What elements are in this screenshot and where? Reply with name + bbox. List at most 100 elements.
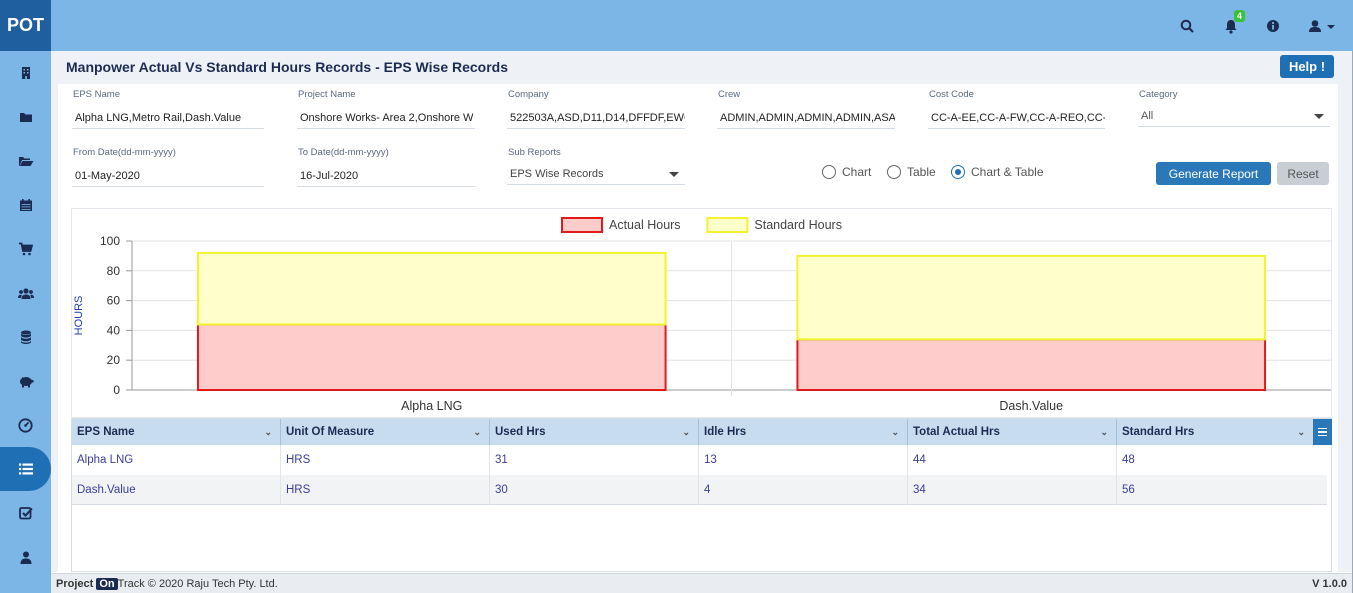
legend-swatch xyxy=(561,217,603,233)
table-header: EPS Name ⌄ Unit Of Measure ⌄ Used Hrs ⌄ Idl… xyxy=(72,419,1313,445)
table-cell: Dash.Value xyxy=(72,475,281,505)
column-header-label: Standard Hrs xyxy=(1122,426,1195,438)
bar-standard-hours xyxy=(796,254,1267,341)
piggy-bank-icon xyxy=(19,376,33,387)
table-cell: 48 xyxy=(1122,454,1135,466)
column-header-used-hrs[interactable]: Used Hrs ⌄ xyxy=(490,419,699,445)
list-icon xyxy=(18,463,33,475)
column-header-idle-hrs[interactable]: Idle Hrs ⌄ xyxy=(699,419,908,445)
sidebar-item-piggy-bank[interactable] xyxy=(0,359,51,403)
chevron-down-icon[interactable]: ⌄ xyxy=(473,419,481,445)
column-header-eps-name[interactable]: EPS Name ⌄ xyxy=(72,419,281,445)
company-label: Company xyxy=(508,89,549,100)
info-icon[interactable] xyxy=(1262,15,1284,37)
sidebar-item-calendar[interactable] xyxy=(0,183,51,227)
eps-name-label: EPS Name xyxy=(73,89,120,100)
from-date-label: From Date(dd-mm-yyyy) xyxy=(73,147,176,158)
y-tick-label: 40 xyxy=(107,323,121,337)
footer-brand-pre: Project xyxy=(56,578,94,590)
sidebar xyxy=(0,51,51,593)
sub-reports-label: Sub Reports xyxy=(508,147,561,158)
chevron-down-icon xyxy=(1314,114,1324,119)
app-logo[interactable]: POT xyxy=(0,0,51,51)
column-header-total-actual-hrs[interactable]: Total Actual Hrs ⌄ xyxy=(908,419,1117,445)
y-tick-label: 0 xyxy=(113,383,120,397)
crew-label: Crew xyxy=(718,89,741,100)
sidebar-item-folder[interactable] xyxy=(0,95,51,139)
page-title: Manpower Actual Vs Standard Hours Record… xyxy=(66,59,509,75)
footer: Project On Track © 2020 Raju Tech Pty. Lt… xyxy=(51,573,1352,593)
table-cell: HRS xyxy=(281,445,490,475)
table-cell: Alpha LNG xyxy=(72,445,281,475)
to-date-field[interactable]: 16-Jul-2020 xyxy=(297,165,475,187)
table-radio-label: Table xyxy=(907,165,936,179)
chart-radio-label: Chart xyxy=(842,165,872,179)
chevron-down-icon xyxy=(669,172,679,177)
column-header-label: Unit Of Measure xyxy=(286,426,375,438)
user-menu[interactable] xyxy=(1305,15,1339,37)
user-icon xyxy=(20,551,31,564)
footer-version: V 1.0.0 xyxy=(1312,578,1347,590)
sidebar-item-building[interactable] xyxy=(0,51,51,95)
calendar-icon xyxy=(19,199,32,211)
folder-open-icon xyxy=(18,157,33,166)
y-tick-label: 60 xyxy=(107,294,121,308)
chevron-down-icon[interactable]: ⌄ xyxy=(891,419,899,445)
table-cell: 34 xyxy=(908,475,1117,505)
sub-reports-select[interactable]: EPS Wise Records xyxy=(507,163,685,185)
column-menu-button[interactable] xyxy=(1313,419,1332,445)
notification-badge: 4 xyxy=(1234,10,1246,22)
sidebar-item-checklist[interactable] xyxy=(0,491,51,535)
y-tick-label: 20 xyxy=(107,353,121,367)
sidebar-item-dashboard[interactable] xyxy=(0,403,51,447)
sidebar-item-reports[interactable] xyxy=(0,447,51,491)
check-square-icon xyxy=(18,507,33,520)
chart-radio[interactable] xyxy=(822,165,836,179)
legend-label: Standard Hours xyxy=(754,218,842,232)
footer-brand-on: On xyxy=(96,578,118,590)
column-header-unit-of-measure[interactable]: Unit Of Measure ⌄ xyxy=(281,419,490,445)
chevron-down-icon[interactable]: ⌄ xyxy=(264,419,272,445)
chart-and-table-radio[interactable] xyxy=(951,165,965,179)
table-row[interactable]: Dash.Value HRS 30 4 34 56 xyxy=(72,475,1327,505)
sidebar-item-users[interactable] xyxy=(0,271,51,315)
sub-reports-value: EPS Wise Records xyxy=(510,168,604,180)
company-field[interactable]: 522503A,ASD,D11,D14,DFFDF,EWC, xyxy=(507,107,685,129)
table-row[interactable]: Alpha LNG HRS 31 13 44 48 xyxy=(72,445,1327,475)
sidebar-item-folder-open[interactable] xyxy=(0,139,51,183)
legend-label: Actual Hours xyxy=(609,218,681,232)
column-header-label: Total Actual Hrs xyxy=(913,426,1000,438)
from-date-field[interactable]: 01-May-2020 xyxy=(72,165,264,187)
search-icon[interactable] xyxy=(1176,15,1198,37)
chevron-down-icon[interactable]: ⌄ xyxy=(682,419,690,445)
category-label: Category xyxy=(1139,89,1178,100)
bar-actual-hours xyxy=(196,323,667,391)
cart-icon xyxy=(19,242,33,256)
table-cell: 13 xyxy=(699,445,908,475)
chevron-down-icon[interactable]: ⌄ xyxy=(1297,419,1305,445)
crew-field[interactable]: ADMIN,ADMIN,ADMIN,ADMIN,ASA,. xyxy=(717,107,895,129)
sidebar-item-database[interactable] xyxy=(0,315,51,359)
users-icon xyxy=(17,287,34,299)
sidebar-item-profile[interactable] xyxy=(0,535,51,579)
to-date-label: To Date(dd-mm-yyyy) xyxy=(298,147,389,158)
chevron-down-icon[interactable]: ⌄ xyxy=(1100,419,1108,445)
category-select[interactable]: All xyxy=(1138,105,1330,127)
project-name-field[interactable]: Onshore Works- Area 2,Onshore W xyxy=(297,107,475,129)
help-button[interactable]: Help ! xyxy=(1280,55,1334,78)
column-header-standard-hrs[interactable]: Standard Hrs ⌄ xyxy=(1117,419,1313,445)
sidebar-item-cart[interactable] xyxy=(0,227,51,271)
table-radio[interactable] xyxy=(887,165,901,179)
footer-brand-post: Track © 2020 Raju Tech Pty. Ltd. xyxy=(117,578,278,590)
table-cell: 30 xyxy=(490,475,699,505)
building-icon xyxy=(21,67,30,79)
x-tick-label: Alpha LNG xyxy=(401,399,462,413)
generate-report-button[interactable]: Generate Report xyxy=(1156,162,1271,185)
category-value: All xyxy=(1141,110,1154,122)
cost-code-field[interactable]: CC-A-EE,CC-A-FW,CC-A-REO,CC-A-C xyxy=(928,107,1105,129)
y-tick-label: 80 xyxy=(107,264,121,278)
eps-name-field[interactable]: Alpha LNG,Metro Rail,Dash.Value xyxy=(72,107,264,129)
reset-button[interactable]: Reset xyxy=(1277,162,1329,185)
folder-icon xyxy=(19,113,32,122)
footer-copyright: Project On Track © 2020 Raju Tech Pty. Lt… xyxy=(56,578,278,590)
